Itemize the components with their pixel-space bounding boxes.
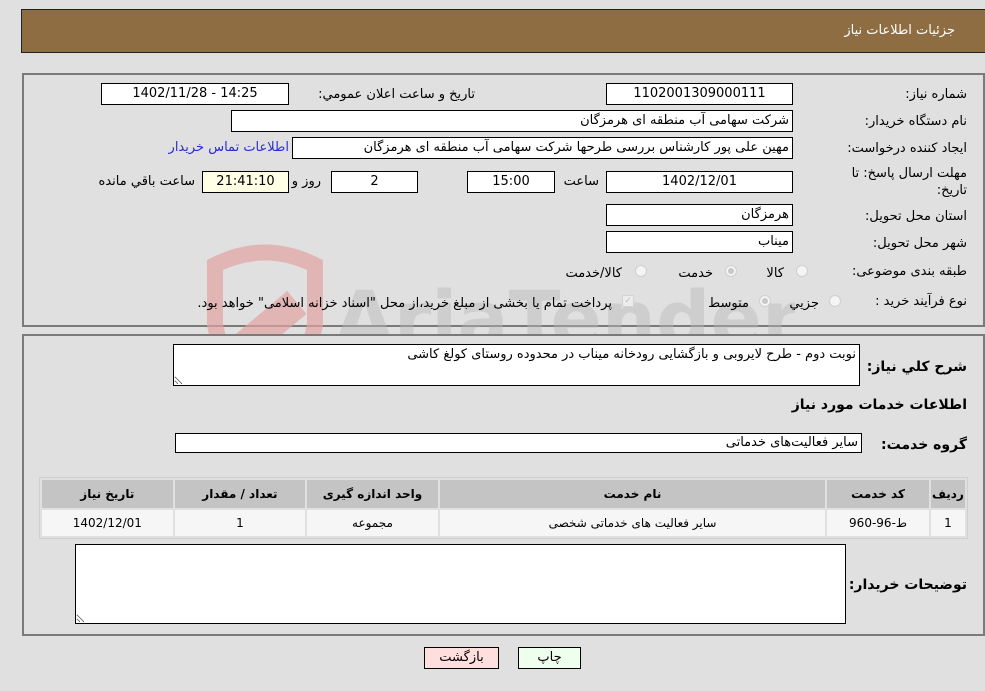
need-number-field: 1102001309000111	[606, 83, 793, 105]
services-section-title: اطلاعات خدمات مورد نياز	[791, 397, 967, 413]
category-option-service: خدمت	[678, 266, 713, 281]
deadline-date-field: 1402/12/01	[606, 171, 793, 193]
remaining-days-field: 2	[331, 171, 418, 193]
remaining-time-field: 21:41:10	[202, 171, 289, 193]
province-field: هرمزگان	[606, 204, 793, 226]
remaining-time-label: ساعت باقي مانده	[98, 174, 195, 189]
announce-datetime-label: تاریخ و ساعت اعلان عمومي:	[318, 87, 475, 102]
category-radio-goods-service[interactable]	[635, 265, 647, 277]
purchase-option-medium: متوسط	[708, 296, 749, 311]
page-title: جزئیات اطلاعات نیاز	[844, 23, 955, 38]
service-group-label: گروه خدمت:	[881, 437, 967, 453]
cell-service-name: سایر فعالیت های خدماتی شخصی	[439, 510, 826, 536]
need-number-label: شماره نیاز:	[905, 87, 967, 102]
col-quantity: تعداد / مقدار	[174, 480, 306, 508]
category-label: طبقه بندی موضوعی:	[851, 264, 967, 279]
buyer-contact-link[interactable]: اطلاعات تماس خریدار	[169, 140, 289, 155]
purchase-option-minor: جزيي	[789, 296, 819, 311]
treasury-checkbox[interactable]: ✓	[622, 295, 634, 307]
cell-row-number: 1	[930, 510, 965, 536]
buyer-org-field: شرکت سهامی آب منطقه ای هرمزگان	[231, 110, 793, 132]
buyer-org-label: نام دستگاه خریدار:	[864, 114, 967, 129]
description-label: شرح كلي نياز:	[866, 359, 967, 375]
province-label: استان محل تحویل:	[865, 209, 967, 224]
city-label: شهر محل تحویل:	[872, 236, 967, 251]
remaining-days-label: روز و	[291, 174, 321, 189]
cell-quantity: 1	[174, 510, 306, 536]
cell-unit: مجموعه	[307, 510, 438, 536]
requester-label: ایجاد کننده درخواست:	[847, 141, 967, 156]
back-button[interactable]: بازگشت	[424, 647, 499, 669]
description-textarea[interactable]: نوبت دوم - طرح لایروبی و بازگشایی رودخان…	[173, 344, 860, 386]
category-option-goods: کالا	[766, 266, 784, 281]
category-option-goods-service: کالا/خدمت	[565, 266, 622, 281]
purchase-type-label: نوع فرآیند خرید :	[875, 294, 967, 309]
col-need-date: تاریخ نیاز	[42, 480, 173, 508]
service-group-field: سایر فعالیت‌های خدماتی	[175, 433, 862, 453]
table-row: 1 ط-96-960 سایر فعالیت های خدماتی شخصی م…	[42, 510, 965, 536]
purchase-radio-medium[interactable]	[759, 295, 771, 307]
print-button[interactable]: چاپ	[518, 647, 581, 669]
services-table: رديف کد خدمت نام خدمت واحد اندازه گیری ت…	[39, 477, 968, 539]
buyer-notes-textarea[interactable]	[75, 544, 846, 624]
col-service-name: نام خدمت	[439, 480, 826, 508]
deadline-label-line2: تاریخ:	[936, 183, 967, 198]
category-radio-goods[interactable]	[796, 265, 808, 277]
deadline-label-line1: مهلت ارسال پاسخ: تا	[851, 166, 967, 181]
city-field: میناب	[606, 231, 793, 253]
col-service-code: کد خدمت	[827, 480, 929, 508]
col-unit: واحد اندازه گیری	[307, 480, 438, 508]
announce-datetime-field: 1402/11/28 - 14:25	[101, 83, 289, 105]
cell-service-code: ط-96-960	[827, 510, 929, 536]
cell-need-date: 1402/12/01	[42, 510, 173, 536]
page-header: جزئیات اطلاعات نیاز	[21, 9, 985, 53]
purchase-radio-minor[interactable]	[829, 295, 841, 307]
deadline-time-field: 15:00	[467, 171, 555, 193]
col-row-number: رديف	[930, 480, 965, 508]
deadline-time-label: ساعت	[563, 174, 599, 189]
buyer-notes-label: توضیحات خریدار:	[848, 577, 967, 593]
treasury-note: پرداخت تمام یا بخشی از مبلغ خرید،از محل …	[197, 296, 612, 311]
requester-field: مهین علی پور کارشناس بررسی طرحها شرکت سه…	[292, 137, 793, 159]
category-radio-service[interactable]	[725, 265, 737, 277]
table-header-row: رديف کد خدمت نام خدمت واحد اندازه گیری ت…	[42, 480, 965, 508]
